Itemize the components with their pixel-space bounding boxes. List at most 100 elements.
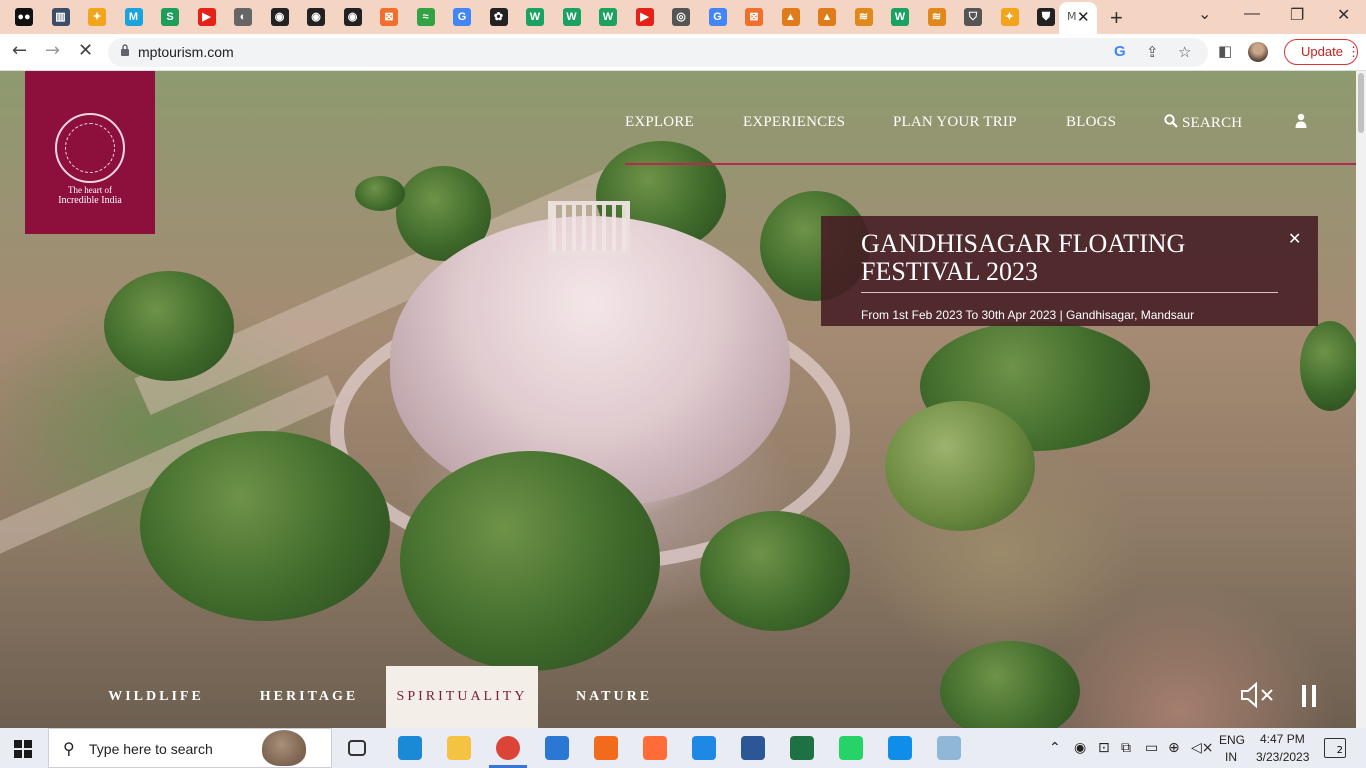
mute-icon[interactable] (1240, 681, 1280, 709)
shield-icon[interactable]: ⛉ (964, 8, 982, 26)
profile-avatar[interactable] (1248, 42, 1268, 62)
notification-center-icon[interactable]: 2 (1324, 738, 1346, 758)
pie-icon[interactable]: ✿ (489, 8, 508, 26)
github-icon[interactable]: ◉ (307, 8, 325, 26)
vscode-icon[interactable] (692, 736, 716, 760)
w-icon[interactable]: W (562, 8, 581, 26)
screen-capture-icon[interactable]: ⧉ (1121, 740, 1131, 756)
chrome-icon[interactable]: ◎ (672, 8, 690, 26)
side-panel-icon[interactable]: ◧ (1218, 42, 1232, 60)
excel-icon[interactable] (790, 736, 814, 760)
category-heritage[interactable]: HERITAGE (250, 666, 368, 728)
mail-icon[interactable] (545, 736, 569, 760)
globe-icon[interactable]: ◐ (234, 8, 252, 26)
flame-icon[interactable]: ✦ (1000, 8, 1019, 26)
nav-blogs[interactable]: BLOGS (1066, 114, 1116, 131)
stop-loading-button[interactable]: ✕ (78, 40, 93, 61)
medium-icon[interactable]: ●● (15, 8, 33, 26)
wave-icon[interactable]: ≋ (854, 8, 873, 26)
github-icon[interactable]: ◉ (270, 8, 289, 26)
flame-icon[interactable]: ✦ (88, 8, 106, 26)
task-view-icon[interactable] (348, 740, 366, 756)
search-icon: ⚲ (63, 739, 75, 758)
teamviewer-icon[interactable] (888, 736, 912, 760)
search-highlight-image[interactable] (262, 730, 306, 766)
whatsapp-icon[interactable] (839, 736, 863, 760)
close-tab-icon[interactable]: ✕ (1077, 8, 1090, 26)
chrome-icon[interactable] (496, 736, 520, 760)
bookmark-star-icon[interactable]: ☆ (1178, 43, 1191, 61)
address-bar[interactable]: mptourism.com G ⇪ ☆ (108, 38, 1208, 67)
scrollbar-thumb[interactable] (1358, 73, 1364, 133)
event-dates-location: From 1st Feb 2023 To 30th Apr 2023 | Gan… (861, 308, 1195, 322)
notes-icon[interactable] (937, 736, 961, 760)
close-window-button[interactable]: ✕ (1337, 5, 1350, 25)
youtube-icon[interactable]: ▶ (197, 8, 216, 26)
language-region[interactable]: IN (1225, 750, 1237, 764)
pma-icon[interactable]: ▲ (818, 8, 836, 26)
box-icon[interactable]: ⊠ (380, 8, 398, 26)
language-code[interactable]: ENG (1219, 733, 1245, 747)
webcam-icon[interactable]: ⊡ (1098, 740, 1110, 756)
event-banner[interactable]: GANDHISAGAR FLOATING FESTIVAL 2023 From … (821, 216, 1318, 326)
lock-icon (121, 44, 129, 56)
close-event-icon[interactable]: ✕ (1288, 229, 1301, 248)
google-icon[interactable]: G (708, 8, 727, 26)
browser-tab-strip: ●● ▥ ✦ M S ▶ ◐ ◉ ◉ ◉ ⊠ ≈ G ✿ W W W ▶ ◎ G ⊠ ▲ ▲ ≋ W ≋ ⛉ ✦ ⛊ M ✕ + ⌄ —… (0, 0, 1366, 34)
minimize-button[interactable]: — (1244, 5, 1260, 23)
new-tab-button[interactable]: + (1110, 5, 1123, 31)
tab-search-chevron-icon[interactable]: ⌄ (1198, 4, 1211, 24)
wave-icon[interactable]: ≋ (927, 8, 946, 26)
share-icon[interactable]: ⇪ (1146, 43, 1159, 61)
record-icon[interactable]: ◉ (1074, 740, 1086, 756)
update-button[interactable]: Update ⋮ (1284, 39, 1360, 65)
user-account-icon[interactable] (1295, 113, 1307, 129)
edge-icon[interactable] (398, 736, 422, 760)
pma-icon[interactable]: ▲ (781, 8, 800, 26)
google-icon[interactable]: G (453, 8, 471, 26)
battery-icon[interactable]: ▭ (1145, 740, 1158, 756)
network-globe-icon[interactable]: ⊕ (1168, 740, 1180, 756)
w-icon[interactable]: W (526, 8, 544, 26)
youtube-icon[interactable]: ▶ (635, 8, 654, 26)
forward-button[interactable]: → (45, 40, 60, 61)
google-translate-icon[interactable]: G (1114, 43, 1126, 60)
active-tab[interactable]: M ✕ (1059, 2, 1097, 34)
graph-icon[interactable]: ≈ (416, 8, 435, 26)
notification-count: 2 (1336, 745, 1343, 756)
m-icon[interactable]: M (124, 8, 143, 26)
w-icon[interactable]: W (891, 8, 909, 26)
xampp-icon[interactable] (594, 736, 618, 760)
show-hidden-icons-chevron-icon[interactable]: ⌃ (1049, 740, 1061, 756)
volume-muted-icon[interactable]: ◁× (1191, 740, 1214, 756)
file-explorer-icon[interactable] (447, 736, 471, 760)
word-icon[interactable] (741, 736, 765, 760)
s-icon[interactable]: S (161, 8, 179, 26)
category-spirituality[interactable]: SPIRITUALITY (386, 666, 538, 728)
github-icon[interactable]: ◉ (343, 8, 362, 26)
windows-start-icon[interactable] (14, 740, 32, 758)
w-icon[interactable]: W (599, 8, 617, 26)
logo-tagline-2: Incredible India (58, 195, 122, 206)
page-scrollbar[interactable] (1356, 71, 1366, 728)
box-icon[interactable]: ⊠ (745, 8, 763, 26)
nav-explore[interactable]: EXPLORE (625, 114, 694, 131)
category-nature[interactable]: NATURE (566, 666, 662, 728)
clock-time[interactable]: 4:47 PM (1260, 732, 1305, 746)
nav-search[interactable]: SEARCH (1164, 114, 1242, 132)
postman-icon[interactable] (643, 736, 667, 760)
pause-icon[interactable] (1302, 685, 1318, 707)
reader-icon[interactable]: ▥ (51, 8, 70, 26)
site-logo[interactable]: The heart of Incredible India (25, 71, 155, 234)
back-button[interactable]: ← (12, 40, 27, 61)
category-wildlife[interactable]: WILDLIFE (100, 666, 212, 728)
search-label: SEARCH (1181, 115, 1243, 131)
shield-icon[interactable]: ⛊ (1037, 8, 1055, 26)
update-label: Update (1301, 44, 1343, 59)
restore-button[interactable]: ❐ (1290, 5, 1304, 25)
nav-experiences[interactable]: EXPERIENCES (743, 114, 845, 131)
scenery-tree (700, 511, 850, 631)
clock-date[interactable]: 3/23/2023 (1256, 750, 1309, 764)
nav-plan-your-trip[interactable]: PLAN YOUR TRIP (893, 114, 1017, 131)
active-tab-title: M (1067, 10, 1077, 23)
